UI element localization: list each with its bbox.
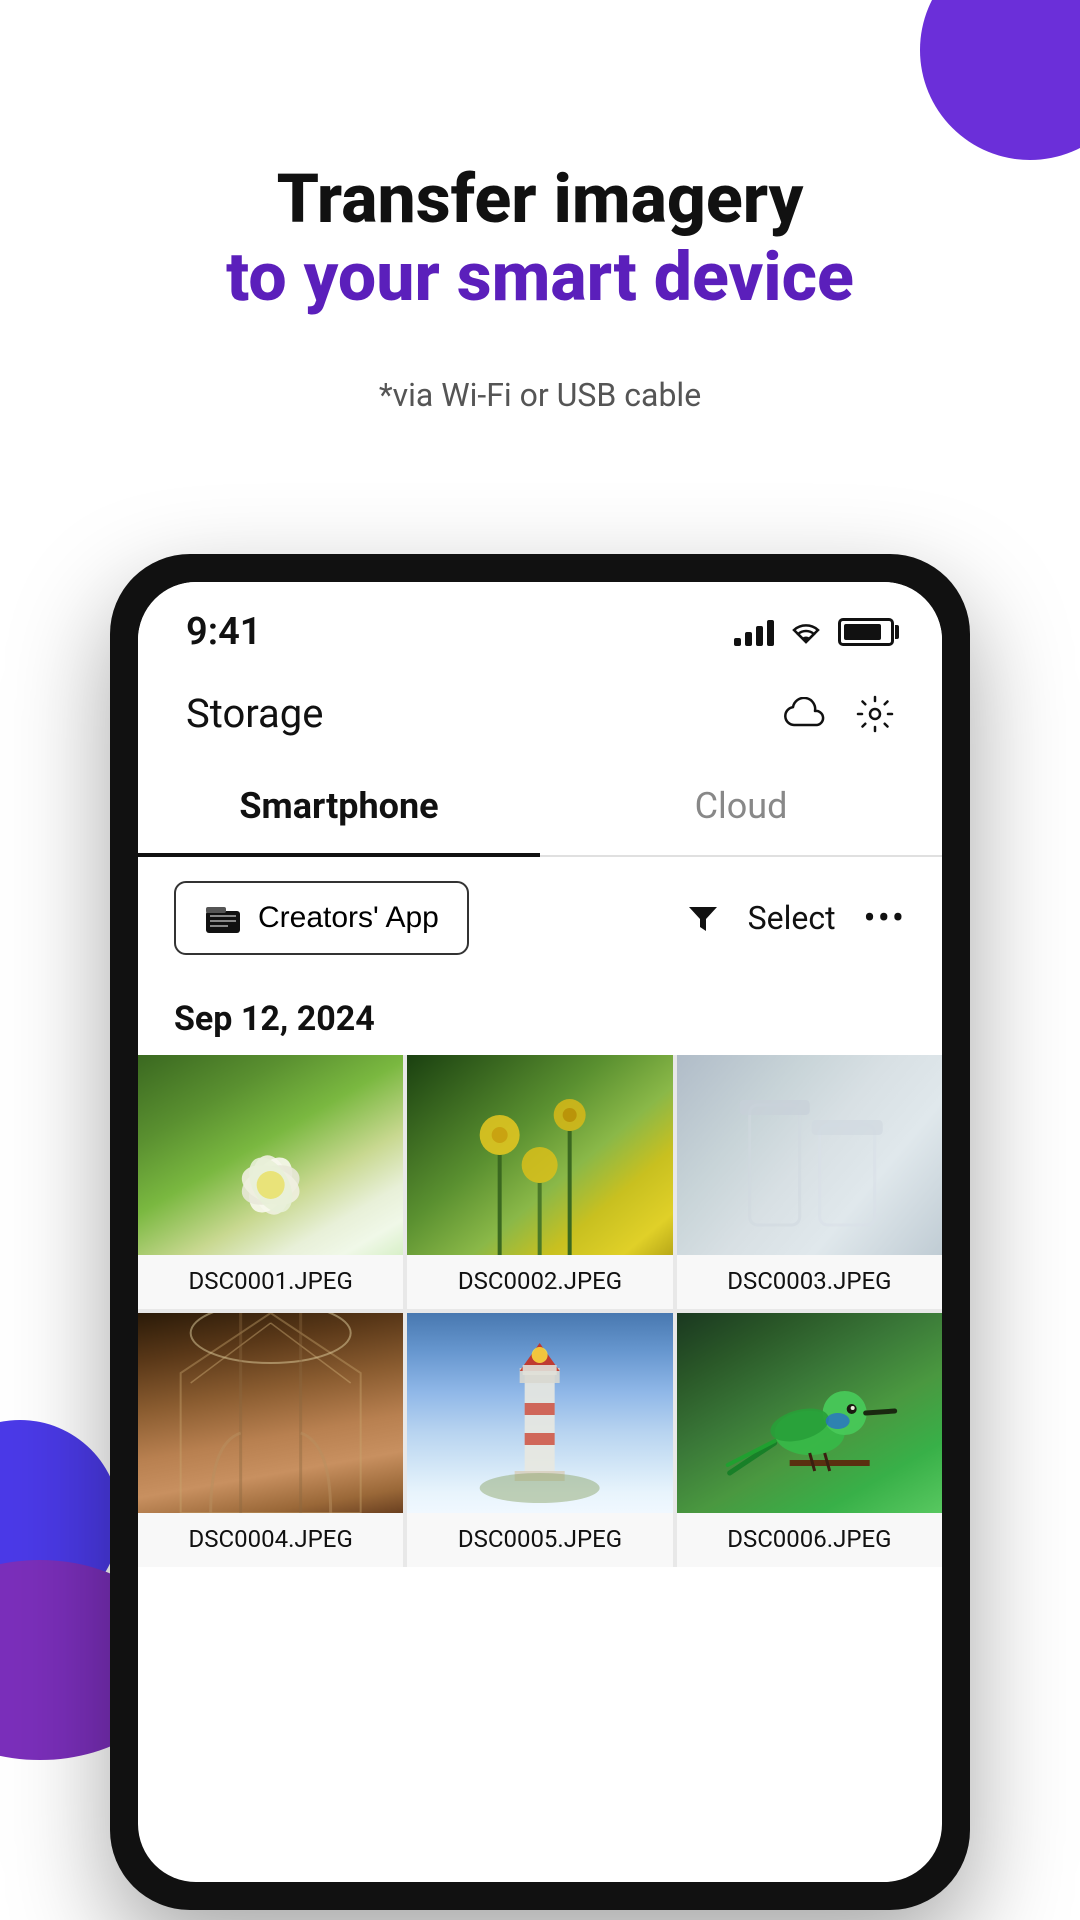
battery-icon: [838, 618, 894, 646]
flower-svg: [138, 1055, 403, 1255]
phone-screen: 9:41: [138, 582, 942, 1882]
creators-app-icon: [204, 901, 242, 935]
photo-cell-2[interactable]: DSC0002.JPEG: [407, 1055, 672, 1309]
status-icons: [734, 618, 894, 646]
photo-thumb-3: [677, 1055, 942, 1255]
hero-section: Transfer imagery to your smart device *v…: [0, 0, 1080, 474]
photo-cell-4[interactable]: DSC0004.JPEG: [138, 1313, 403, 1567]
date-heading: Sep 12, 2024: [138, 979, 942, 1055]
photo-cell-3[interactable]: DSC0003.JPEG: [677, 1055, 942, 1309]
signal-bar-2: [745, 632, 752, 646]
hero-subtitle: *via Wi-Fi or USB cable: [80, 376, 1000, 414]
status-time: 9:41: [186, 610, 261, 654]
signal-bars-icon: [734, 618, 774, 646]
tabs-bar: Smartphone Cloud: [138, 757, 942, 857]
phone-frame: 9:41: [110, 554, 970, 1910]
photo-thumb-5: [407, 1313, 672, 1513]
photo-cell-6[interactable]: DSC0006.JPEG: [677, 1313, 942, 1567]
battery-fill: [844, 624, 881, 640]
app-header-title: Storage: [186, 690, 323, 737]
app-header: Storage: [138, 670, 942, 757]
hero-title-line1: Transfer imagery: [80, 160, 1000, 238]
photo-cell-5[interactable]: DSC0005.JPEG: [407, 1313, 672, 1567]
photo-filename-1: DSC0001.JPEG: [138, 1255, 403, 1309]
photo-filename-3: DSC0003.JPEG: [677, 1255, 942, 1309]
toolbar-row: Creators' App Select •••: [138, 857, 942, 979]
signal-bar-4: [767, 620, 774, 646]
wifi-icon: [788, 618, 824, 646]
app-header-icons: [784, 695, 894, 733]
app-selector-button[interactable]: Creators' App: [174, 881, 469, 955]
jars-svg: [677, 1055, 942, 1255]
phone-mockup-container: 9:41: [0, 554, 1080, 1910]
bird-svg: [677, 1313, 942, 1513]
cloud-icon[interactable]: [784, 697, 826, 731]
photo-thumb-2: [407, 1055, 672, 1255]
more-options-button[interactable]: •••: [864, 897, 906, 939]
signal-bar-1: [734, 638, 741, 646]
lighthouse-svg: [407, 1313, 672, 1513]
toolbar-right: Select •••: [686, 897, 906, 939]
photo-filename-4: DSC0004.JPEG: [138, 1513, 403, 1567]
photo-cell-1[interactable]: DSC0001.JPEG: [138, 1055, 403, 1309]
photo-grid: DSC0001.JPEG: [138, 1055, 942, 1567]
tab-cloud[interactable]: Cloud: [540, 757, 942, 855]
flowers-svg: [407, 1055, 672, 1255]
filter-icon[interactable]: [686, 901, 720, 935]
arcade-svg: [138, 1313, 403, 1513]
app-selector-label: Creators' App: [258, 901, 439, 935]
hero-title-line2: to your smart device: [80, 238, 1000, 316]
photo-filename-6: DSC0006.JPEG: [677, 1513, 942, 1567]
signal-bar-3: [756, 626, 763, 646]
settings-icon[interactable]: [856, 695, 894, 733]
photo-filename-5: DSC0005.JPEG: [407, 1513, 672, 1567]
photo-thumb-1: [138, 1055, 403, 1255]
status-bar: 9:41: [138, 582, 942, 670]
select-button[interactable]: Select: [748, 899, 836, 937]
photo-thumb-6: [677, 1313, 942, 1513]
photo-filename-2: DSC0002.JPEG: [407, 1255, 672, 1309]
photo-thumb-4: [138, 1313, 403, 1513]
tab-smartphone[interactable]: Smartphone: [138, 757, 540, 855]
